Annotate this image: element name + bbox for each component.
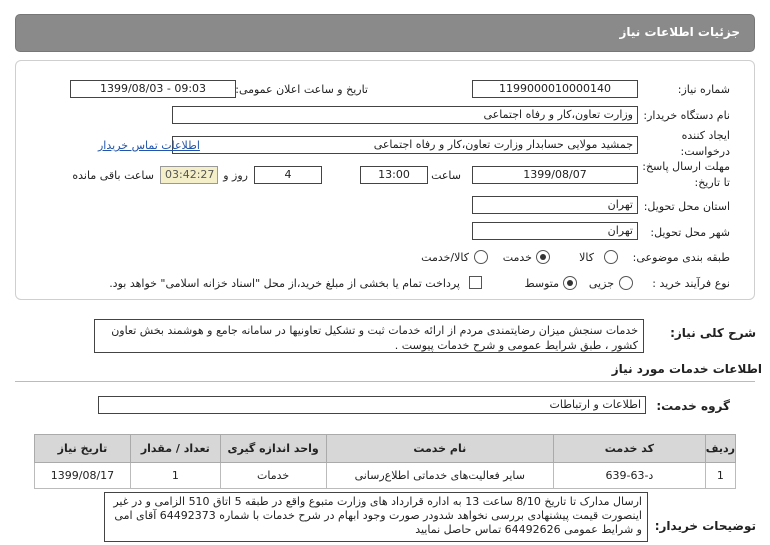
buyer-org-label: نام دستگاه خریدار: xyxy=(643,109,730,122)
process-option-minor: جزیی xyxy=(588,277,614,290)
creator-label-line2: درخواست: xyxy=(680,145,730,158)
province-label: استان محل تحویل: xyxy=(643,200,730,213)
buyer-notes-label: توضیحات خریدار: xyxy=(654,519,756,533)
service-group-field: اطلاعات و ارتباطات xyxy=(98,396,646,414)
category-radio-goods-service[interactable] xyxy=(474,250,488,264)
treasury-payment-checkbox[interactable] xyxy=(469,276,482,289)
category-option-goods: کالا xyxy=(579,251,594,264)
remaining-time-label: ساعت باقی مانده xyxy=(72,169,154,182)
process-label: نوع فرآیند خرید : xyxy=(652,277,730,290)
creator-field: جمشید مولایی حسابدار وزارت تعاون،کار و ر… xyxy=(172,136,638,154)
col-service-code: کد خدمت xyxy=(553,434,706,463)
col-service-name: نام خدمت xyxy=(325,434,555,463)
col-quantity: تعداد / مقدار xyxy=(129,434,221,463)
general-desc-box: خدمات سنجش میزان رضایتمندی مردم از ارائه… xyxy=(94,319,644,353)
table-row: 1399/08/17 1 خدمات سایر فعالیت‌های خدمات… xyxy=(34,462,737,489)
need-number-field: 1199000010000140 xyxy=(472,80,638,98)
treasury-payment-note: پرداخت تمام یا بخشی از مبلغ خرید،از محل … xyxy=(109,277,460,290)
process-option-medium: متوسط xyxy=(524,277,559,290)
announce-date-label: تاریخ و ساعت اعلان عمومی: xyxy=(235,83,368,96)
remaining-time-field: 03:42:27 xyxy=(160,166,218,184)
section-divider xyxy=(15,381,755,382)
buyer-org-field: وزارت تعاون،کار و رفاه اجتماعی xyxy=(172,106,638,124)
category-radio-service[interactable] xyxy=(536,250,550,264)
deadline-label-line2: تا تاریخ: xyxy=(694,176,730,189)
cell-quantity: 1 xyxy=(129,462,221,489)
cell-need-date: 1399/08/17 xyxy=(34,462,131,489)
general-desc-label: شرح کلی نیاز: xyxy=(670,326,756,340)
need-number-label: شماره نیاز: xyxy=(677,83,730,96)
category-option-goods-service: کالا/خدمت xyxy=(421,251,469,264)
services-table: تاریخ نیاز تعداد / مقدار واحد اندازه گیر… xyxy=(34,434,737,489)
days-label: روز و xyxy=(223,169,248,182)
buyer-contact-link[interactable]: اطلاعات تماس خریدار xyxy=(98,139,200,152)
cell-row-number: 1 xyxy=(704,462,737,489)
col-need-date: تاریخ نیاز xyxy=(34,434,131,463)
table-header-row: تاریخ نیاز تعداد / مقدار واحد اندازه گیر… xyxy=(34,434,737,463)
services-section-title: اطلاعات خدمات مورد نیاز xyxy=(611,362,762,376)
announce-date-field: 1399/08/03 - 09:03 xyxy=(70,80,236,98)
days-remaining-field: 4 xyxy=(254,166,322,184)
buyer-notes-box: ارسال مدارک تا تاریخ 8/10 ساعت 13 به ادا… xyxy=(104,492,648,542)
province-field: تهران xyxy=(472,196,638,214)
deadline-label-line1: مهلت ارسال پاسخ: xyxy=(642,160,730,173)
deadline-time-field: 13:00 xyxy=(360,166,428,184)
cell-service-code: د-63-639 xyxy=(553,462,706,489)
city-label: شهر محل تحویل: xyxy=(650,226,730,239)
page-header: جزئیات اطلاعات نیاز xyxy=(15,14,755,52)
process-radio-minor[interactable] xyxy=(619,276,633,290)
category-radio-goods[interactable] xyxy=(604,250,618,264)
process-radio-medium[interactable] xyxy=(563,276,577,290)
service-group-label: گروه خدمت: xyxy=(656,399,730,413)
col-unit: واحد اندازه گیری xyxy=(219,434,327,463)
category-label: طبقه بندی موضوعی: xyxy=(632,251,730,264)
page-title: جزئیات اطلاعات نیاز xyxy=(619,25,740,39)
col-row-number: ردیف xyxy=(704,434,737,463)
city-field: تهران xyxy=(472,222,638,240)
cell-unit: خدمات xyxy=(219,462,327,489)
cell-service-name: سایر فعالیت‌های خدماتی اطلاع‌رسانی xyxy=(325,462,555,489)
category-option-service: خدمت xyxy=(502,251,532,264)
deadline-date-field: 1399/08/07 xyxy=(472,166,638,184)
deadline-time-label: ساعت xyxy=(431,169,461,182)
creator-label-line1: ایجاد کننده xyxy=(681,129,730,142)
